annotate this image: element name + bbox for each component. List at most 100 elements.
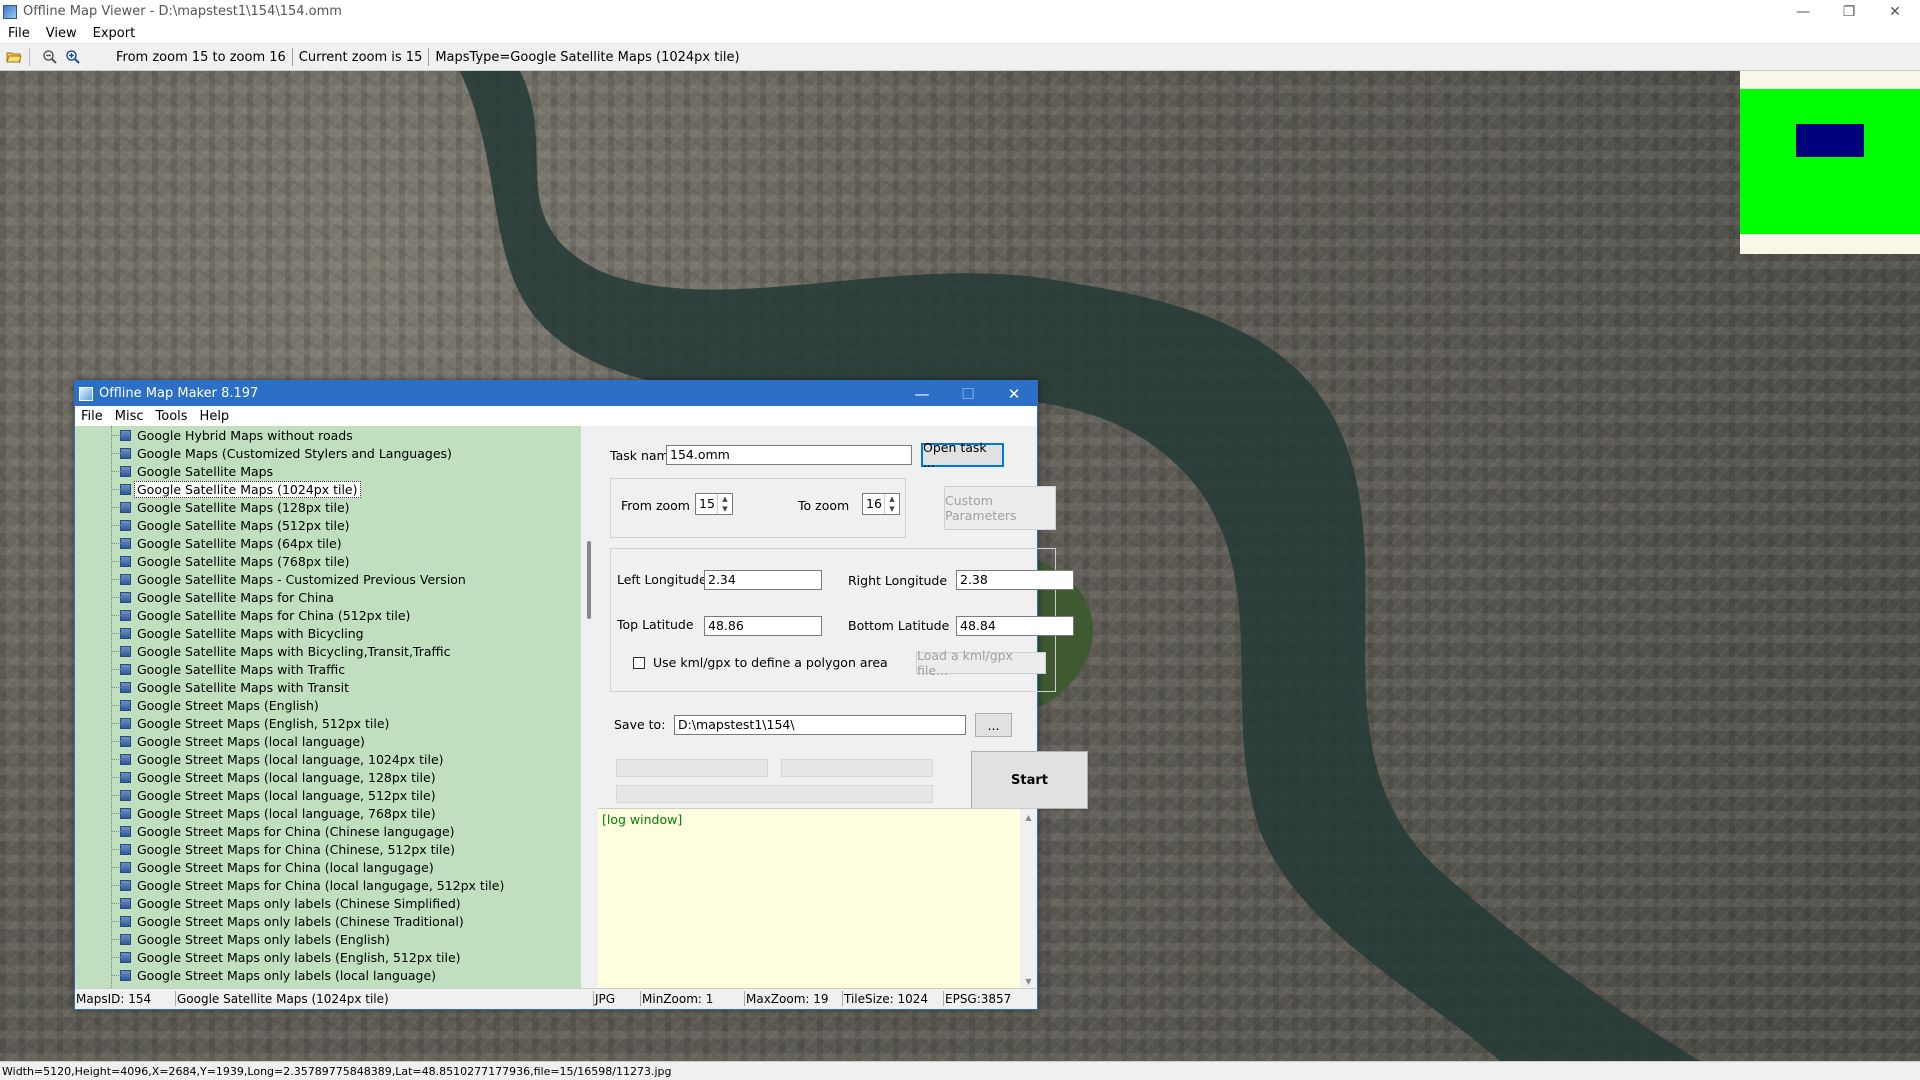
overview-viewport — [1796, 124, 1864, 157]
tree-item[interactable]: Google Street Maps (English, 512px tile) — [75, 714, 581, 732]
progress-bar-download — [781, 759, 933, 777]
bottom-latitude-input[interactable]: 48.84 — [956, 616, 1074, 636]
use-kml-checkbox[interactable] — [633, 657, 645, 669]
tree-scrollbar-thumb[interactable] — [587, 541, 591, 619]
tree-connector — [111, 957, 121, 958]
tree-item[interactable]: Google Street Maps (local language, 1024… — [75, 750, 581, 768]
tree-item[interactable]: Google Satellite Maps (512px tile) — [75, 516, 581, 534]
tree-item-label: Google Street Maps (local language, 1024… — [137, 751, 444, 767]
scroll-up-icon[interactable]: ▲ — [1020, 809, 1037, 825]
tree-item[interactable]: Google Street Maps only labels (English,… — [75, 948, 581, 966]
maps-type-text: MapsType=Google Satellite Maps (1024px t… — [435, 49, 740, 65]
tree-item[interactable]: Google Satellite Maps with Bicycling,Tra… — [75, 642, 581, 660]
open-task-button[interactable]: Open task ... — [921, 440, 1004, 470]
map-layer-icon — [120, 771, 131, 783]
tree-item[interactable]: Google Street Maps only labels (Chinese … — [75, 912, 581, 930]
use-kml-label: Use kml/gpx to define a polygon area — [653, 655, 888, 670]
dialog-menu-help[interactable]: Help — [194, 409, 236, 424]
tree-item[interactable]: Google Street Maps (local language, 512p… — [75, 786, 581, 804]
tree-item-label: Google Maps (Customized Stylers and Lang… — [137, 445, 452, 461]
save-to-input[interactable]: D:\mapstest1\154\ — [674, 715, 966, 735]
map-layer-icon — [120, 627, 131, 639]
tree-item[interactable]: Google Satellite Maps with Transit — [75, 678, 581, 696]
tree-item[interactable]: Google Maps (Customized Stylers and Lang… — [75, 444, 581, 462]
tree-item[interactable]: Google Street Maps only labels (local la… — [75, 966, 581, 984]
offline-map-maker-dialog: Offline Map Maker 8.197 — ☐ ✕ File Misc … — [74, 380, 1088, 1010]
start-button[interactable]: Start — [971, 751, 1088, 809]
tree-item[interactable]: Google Satellite Maps — [75, 462, 581, 480]
tree-item[interactable]: Google Hybrid Maps without roads — [75, 426, 581, 444]
status-divider — [640, 991, 641, 1006]
map-layer-icon — [120, 915, 131, 927]
to-zoom-spinner[interactable]: 16 ▲ ▼ — [862, 493, 900, 515]
tree-item-label: Google Satellite Maps (128px tile) — [137, 499, 350, 515]
tree-connector — [111, 687, 121, 688]
tree-item[interactable]: Google Satellite Maps (1024px tile) — [75, 480, 581, 498]
bottom-latitude-label: Bottom Latitude — [848, 618, 950, 633]
dialog-close-button[interactable]: ✕ — [991, 381, 1037, 406]
tree-item-label: Google Satellite Maps with Bicycling — [137, 625, 364, 641]
dialog-title: Offline Map Maker 8.197 — [99, 386, 259, 401]
menu-view[interactable]: View — [38, 26, 85, 41]
tree-item-label: Google Satellite Maps (768px tile) — [137, 553, 350, 569]
tree-connector — [111, 813, 121, 814]
right-longitude-input[interactable]: 2.38 — [956, 570, 1074, 590]
tree-item[interactable]: Google Street Maps for China (Chinese, 5… — [75, 840, 581, 858]
tree-item-label: Google Street Maps only labels (Chinese … — [137, 895, 461, 911]
dialog-minimize-button[interactable]: — — [899, 381, 945, 406]
scroll-down-icon[interactable]: ▼ — [1020, 973, 1037, 989]
tree-item-label: Google Street Maps (English, 512px tile) — [137, 715, 390, 731]
menu-file[interactable]: File — [0, 26, 38, 41]
tree-item[interactable]: Google Street Maps (local language, 768p… — [75, 804, 581, 822]
maximize-button[interactable]: ❐ — [1826, 0, 1872, 23]
from-zoom-value: 15 — [699, 496, 715, 511]
log-window[interactable]: [log window] ▲ ▼ — [598, 808, 1037, 989]
tree-item[interactable]: Google Street Maps (local language, 128p… — [75, 768, 581, 786]
dialog-maximize-button[interactable]: ☐ — [945, 381, 991, 406]
map-layer-icon — [120, 807, 131, 819]
from-zoom-spinner[interactable]: 15 ▲ ▼ — [695, 493, 733, 515]
spinner-arrows-icon[interactable]: ▲ ▼ — [884, 494, 899, 514]
close-button[interactable]: ✕ — [1872, 0, 1918, 23]
maps-type-tree[interactable]: Google Hybrid Maps without roads Google M… — [75, 426, 598, 988]
maps-id-text: MapsID: 154 — [76, 992, 152, 1006]
tree-item[interactable]: Google Satellite Maps for China (512px t… — [75, 606, 581, 624]
browse-button[interactable]: ... — [975, 713, 1012, 737]
load-kml-button[interactable]: Load a kml/gpx file... — [916, 648, 1046, 678]
zoom-out-icon[interactable] — [41, 48, 59, 66]
tree-item[interactable]: Google Street Maps only labels (English) — [75, 930, 581, 948]
dialog-menu-file[interactable]: File — [75, 409, 109, 424]
tree-item[interactable]: Google Street Maps (local language) — [75, 732, 581, 750]
dialog-menu-misc[interactable]: Misc — [109, 409, 150, 424]
custom-parameters-button[interactable]: Custom Parameters — [944, 486, 1056, 530]
tree-item[interactable]: Google Street Maps for China (Chinese la… — [75, 822, 581, 840]
overview-map[interactable] — [1740, 71, 1920, 254]
tree-scrollbar[interactable] — [581, 426, 598, 988]
tree-item[interactable]: Google Satellite Maps (64px tile) — [75, 534, 581, 552]
log-scrollbar[interactable]: ▲ ▼ — [1020, 809, 1037, 989]
tree-item[interactable]: Google Satellite Maps (128px tile) — [75, 498, 581, 516]
folder-open-icon[interactable] — [5, 48, 23, 66]
status-divider — [175, 991, 176, 1006]
minimize-button[interactable]: — — [1780, 0, 1826, 23]
menu-export[interactable]: Export — [85, 26, 144, 41]
tree-connector — [111, 885, 121, 886]
spinner-arrows-icon[interactable]: ▲ ▼ — [717, 494, 732, 514]
map-layer-icon — [120, 663, 131, 675]
tree-item[interactable]: Google Satellite Maps with Traffic — [75, 660, 581, 678]
tree-item[interactable]: Google Street Maps for China (local lang… — [75, 876, 581, 894]
task-name-input[interactable]: 154.omm — [666, 445, 912, 465]
zoom-in-icon[interactable] — [64, 48, 82, 66]
tree-item[interactable]: Google Satellite Maps (768px tile) — [75, 552, 581, 570]
left-longitude-input[interactable]: 2.34 — [704, 570, 822, 590]
top-latitude-input[interactable]: 48.86 — [704, 616, 822, 636]
tree-item[interactable]: Google Street Maps for China (local lang… — [75, 858, 581, 876]
tree-connector — [111, 525, 121, 526]
dialog-menu-tools[interactable]: Tools — [150, 409, 194, 424]
tree-item[interactable]: Google Satellite Maps - Customized Previ… — [75, 570, 581, 588]
tree-item[interactable]: Google Satellite Maps with Bicycling — [75, 624, 581, 642]
tree-item[interactable]: Google Satellite Maps for China — [75, 588, 581, 606]
map-layer-icon — [120, 969, 131, 981]
tree-item[interactable]: Google Street Maps only labels (Chinese … — [75, 894, 581, 912]
tree-item[interactable]: Google Street Maps (English) — [75, 696, 581, 714]
